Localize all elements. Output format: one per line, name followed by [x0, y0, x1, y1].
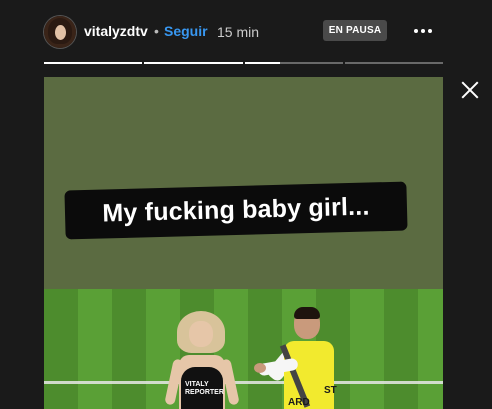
follow-button[interactable]: Seguir — [164, 23, 208, 39]
woman-figure: VITALY REPORTER — [164, 311, 240, 409]
steward-figure: ARD ST — [254, 307, 354, 409]
progress-segment — [144, 62, 243, 64]
progress-fill — [144, 62, 243, 64]
woman-face — [189, 321, 213, 347]
story-header: vitalyzdtv • Seguir 15 min EN PAUSA — [0, 0, 492, 60]
pitch-line — [44, 381, 443, 384]
swimsuit-logo: VITALY REPORTER — [185, 381, 224, 396]
progress-fill — [244, 62, 280, 64]
more-dot — [421, 29, 425, 33]
close-icon[interactable] — [458, 78, 482, 102]
steward-vest-text: ARD — [288, 397, 310, 408]
caption-text: My fucking baby girl... — [102, 192, 370, 228]
more-options-icon[interactable] — [410, 22, 436, 40]
steward-vest-text: ST — [324, 385, 337, 396]
story-progress-bar — [44, 62, 443, 64]
post-time: 15 min — [217, 24, 260, 40]
more-dot — [428, 29, 432, 33]
paused-badge: EN PAUSA — [323, 20, 387, 41]
more-dot — [414, 29, 418, 33]
story-media[interactable]: My fucking baby girl... VITALY REPORTER … — [44, 77, 443, 409]
separator-dot: • — [154, 23, 159, 39]
progress-segment — [244, 62, 343, 64]
steward-hair — [294, 307, 320, 319]
progress-fill — [44, 62, 143, 64]
avatar-face — [55, 25, 66, 40]
username[interactable]: vitalyzdtv — [84, 23, 148, 39]
user-avatar[interactable] — [44, 16, 76, 48]
steward-hand — [254, 363, 266, 373]
football-pitch — [44, 289, 443, 409]
progress-segment — [344, 62, 443, 64]
caption-sticker: My fucking baby girl... — [64, 181, 408, 240]
progress-segment — [44, 62, 143, 64]
